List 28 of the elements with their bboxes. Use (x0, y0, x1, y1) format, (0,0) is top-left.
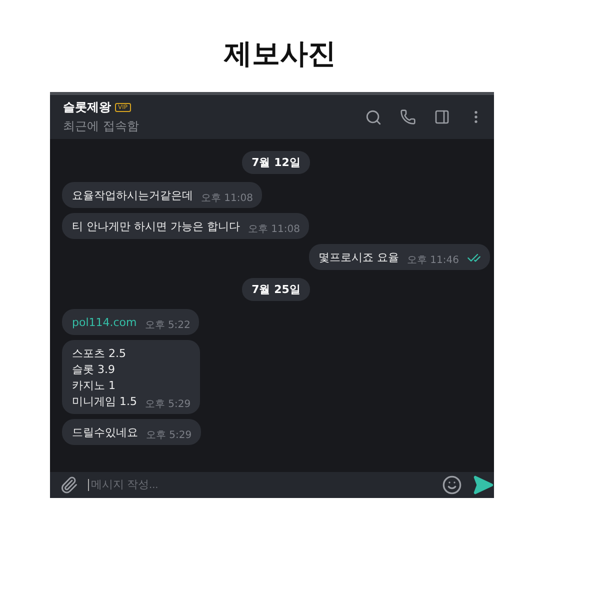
message-text: 슬롯 3.9 (72, 362, 116, 377)
message-text: 미니게임 1.5 (72, 394, 137, 409)
message-time: 오후 11:08 (248, 223, 300, 236)
search-icon[interactable] (365, 108, 382, 126)
message-text: 티 안나게만 하시면 가능은 합니다 (72, 219, 240, 234)
message-time: 오후 11:46 (407, 254, 459, 267)
message-text: 몇프로시죠 요율 (318, 250, 399, 265)
message-link[interactable]: pol114.com (72, 315, 137, 330)
message-time: 오후 5:29 (145, 398, 191, 411)
message-time: 오후 11:08 (201, 192, 253, 205)
message-time: 오후 5:22 (144, 319, 190, 332)
side-panel-icon[interactable] (434, 109, 450, 125)
page-title: 제보사진 (224, 36, 337, 72)
date-divider: 7월 25일 (242, 278, 310, 301)
message-text: 카지노 1 (72, 378, 116, 393)
send-icon[interactable] (472, 474, 494, 496)
message-text: 스포츠 2.5 (72, 346, 127, 361)
message-text: 요율작업하시는거같은데 (72, 188, 193, 203)
emoji-icon[interactable] (442, 475, 462, 495)
paperclip-icon[interactable] (60, 476, 78, 494)
date-divider: 7월 12일 (242, 151, 310, 174)
message-text: 드릴수있네요 (72, 425, 138, 440)
phone-icon[interactable] (400, 109, 416, 125)
message-time: 오후 5:29 (146, 429, 192, 442)
contact-status: 최근에 접속함 (63, 118, 140, 135)
message-composer[interactable]: 메시지 작성... (50, 472, 494, 498)
contact-name: 슬롯제왕 (63, 99, 111, 116)
message-input[interactable]: 메시지 작성... (88, 479, 432, 491)
